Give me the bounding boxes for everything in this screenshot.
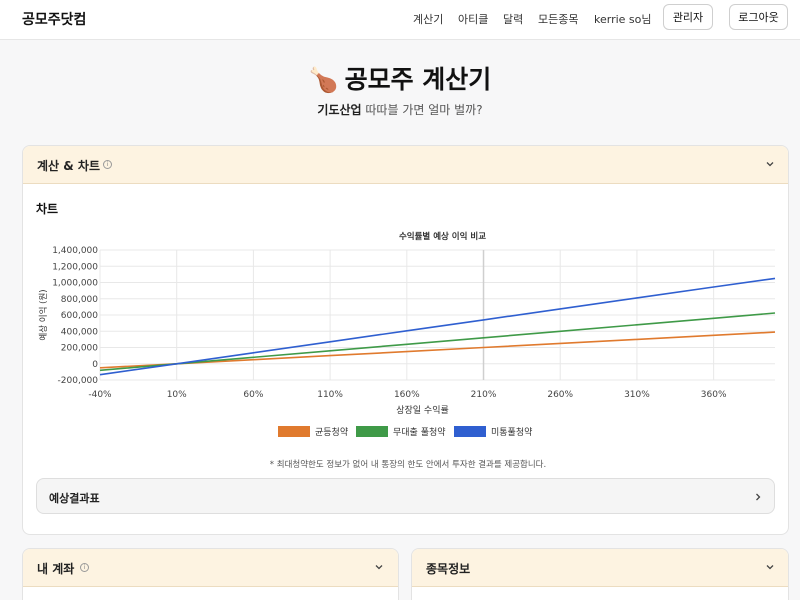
chevron-right-icon <box>756 493 761 501</box>
legend-swatch-1 <box>356 426 388 437</box>
x-tick-label: 210% <box>471 390 497 400</box>
site-logo[interactable]: 공모주닷컴 <box>22 9 86 29</box>
x-tick-label: 310% <box>624 390 650 400</box>
top-navbar: 공모주닷컴 계산기 아티클 달력 모든종목 kerrie so님 관리자 로그아… <box>0 0 800 40</box>
series-line-2 <box>99 277 776 376</box>
page-title-text: 공모주 계산기 <box>344 65 492 94</box>
legend-swatch-0 <box>278 426 310 437</box>
series-line-1 <box>99 312 776 372</box>
calc-chart-card-title: 계산 & 차트 <box>37 159 100 173</box>
subtitle-text: 따따블 가면 얼마 벌까? <box>361 103 483 117</box>
chart-section-label: 차트 <box>36 202 59 216</box>
profit-chart-svg: 수익률별 예상 이익 비교 1,400,000 1,200,000 1,000,000… <box>38 231 776 438</box>
x-tick-label: 360% <box>701 390 727 400</box>
y-tick-label: -200,000 <box>58 376 99 386</box>
x-axis-label: 상장일 수익률 <box>396 404 449 416</box>
limit-note: * 최대청약한도 정보가 없어 내 통장의 한도 안에서 투자한 결과를 제공합… <box>269 460 547 470</box>
y-tick-label: 1,200,000 <box>52 262 98 272</box>
y-tick-label: 0 <box>92 360 98 370</box>
x-tick-label: 260% <box>547 390 573 400</box>
legend-swatch-2 <box>454 426 486 437</box>
y-tick-label: 200,000 <box>61 344 98 354</box>
chicken-drumstick-icon: 🍗 <box>308 66 339 94</box>
logout-button[interactable]: 로그아웃 <box>729 4 788 30</box>
my-account-card-title: 내 계좌 <box>37 562 75 576</box>
calc-chart-card-header[interactable]: 계산 & 차트 i <box>23 146 788 184</box>
chevron-down-icon[interactable] <box>764 158 776 170</box>
x-tick-label: 60% <box>243 390 263 400</box>
info-icon[interactable]: i <box>103 160 112 169</box>
chevron-down-icon[interactable] <box>764 561 776 573</box>
y-tick-label: 600,000 <box>61 311 98 321</box>
legend-label-1: 무대출 풀청약 <box>393 426 446 438</box>
y-tick-label: 1,400,000 <box>52 246 98 256</box>
y-tick-label: 1,000,000 <box>52 279 98 289</box>
nav-calendar[interactable]: 달력 <box>503 11 523 27</box>
nav-calculator[interactable]: 계산기 <box>413 11 443 27</box>
legend-label-2: 미통풀청약 <box>491 426 532 438</box>
company-name: 기도산업 <box>317 103 362 117</box>
profit-chart: 수익률별 예상 이익 비교 1,400,000 1,200,000 1,000,000… <box>36 226 780 448</box>
results-table-label: 예상결과표 <box>49 492 100 505</box>
legend-label-0: 균등청약 <box>315 426 348 438</box>
x-tick-label: 160% <box>394 390 420 400</box>
info-icon[interactable]: i <box>80 563 89 572</box>
nav-user-name[interactable]: kerrie so님 <box>594 11 652 27</box>
x-tick-label: -40% <box>88 390 112 400</box>
page-subtitle: 기도산업 따따블 가면 얼마 벌까? <box>0 101 800 118</box>
y-axis-label: 예상 이익 (원) <box>38 289 49 340</box>
stock-info-card-header[interactable]: 종목정보 <box>412 549 788 587</box>
stock-info-card-title: 종목정보 <box>426 562 471 576</box>
my-account-card-header[interactable]: 내 계좌 i <box>23 549 398 587</box>
results-table-toggle[interactable]: 예상결과표 <box>36 478 775 514</box>
x-tick-label: 10% <box>167 390 187 400</box>
stock-info-card: 종목정보 <box>411 548 789 600</box>
chevron-down-icon[interactable] <box>373 561 385 573</box>
x-tick-label: 110% <box>317 390 343 400</box>
page-title: 🍗 공모주 계산기 <box>0 60 800 96</box>
admin-button[interactable]: 관리자 <box>663 4 713 30</box>
y-tick-label: 800,000 <box>61 295 98 305</box>
my-account-card: 내 계좌 i <box>22 548 399 600</box>
nav-all-stocks[interactable]: 모든종목 <box>538 11 578 27</box>
y-tick-label: 400,000 <box>61 327 98 337</box>
nav-articles[interactable]: 아티클 <box>458 11 488 27</box>
chart-title: 수익률별 예상 이익 비교 <box>399 231 486 242</box>
